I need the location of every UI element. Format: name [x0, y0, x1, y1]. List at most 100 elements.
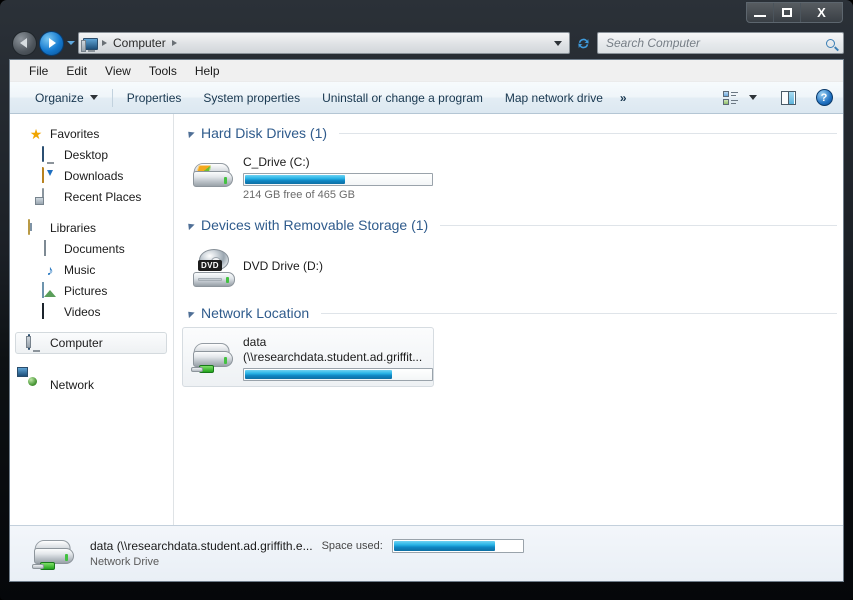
- desktop-icon: [42, 145, 44, 162]
- toolbar: Organize Properties System properties Un…: [10, 82, 843, 114]
- sidebar-label-music: Music: [64, 262, 96, 277]
- group-title: Devices with Removable Storage (1): [201, 217, 429, 233]
- group-rule: [339, 132, 837, 134]
- change-view-button[interactable]: [717, 86, 743, 110]
- group-title: Network Location: [201, 305, 310, 321]
- sidebar-item-recent-places[interactable]: Recent Places: [10, 186, 173, 207]
- sidebar-label-recent-places: Recent Places: [64, 189, 142, 204]
- sidebar-item-favorites[interactable]: ★ Favorites: [10, 123, 173, 144]
- downloads-icon: [42, 166, 44, 183]
- menu-item-edit[interactable]: Edit: [57, 62, 96, 80]
- sidebar-group-favorites: ★ Favorites Desktop Downloads Recent Pla…: [10, 123, 173, 207]
- sidebar-item-documents[interactable]: Documents: [10, 238, 173, 259]
- back-arrow-icon: [20, 38, 27, 48]
- sidebar-label-downloads: Downloads: [64, 168, 124, 183]
- search-box[interactable]: [597, 32, 844, 54]
- space-used-label: Space used:: [321, 540, 383, 552]
- content-pane: Hard Disk Drives (1) C_Drive (C:) 214 GB…: [174, 114, 843, 525]
- system-properties-button[interactable]: System properties: [192, 87, 311, 109]
- collapse-caret-icon[interactable]: [185, 128, 195, 138]
- drive-name: DVD Drive (D:): [243, 259, 323, 273]
- properties-button[interactable]: Properties: [116, 87, 193, 109]
- view-layout-icon: [722, 90, 738, 105]
- status-item-type: Network Drive: [90, 556, 160, 568]
- search-icon: [824, 36, 837, 50]
- organize-button[interactable]: Organize: [24, 87, 109, 109]
- menu-bar: File Edit View Tools Help: [10, 60, 843, 82]
- organize-label: Organize: [35, 90, 84, 105]
- chevron-down-icon: [89, 95, 98, 100]
- window-controls: X: [746, 2, 843, 23]
- videos-icon: [42, 302, 44, 319]
- sidebar-item-desktop[interactable]: Desktop: [10, 144, 173, 165]
- change-view-dropdown-button[interactable]: [745, 86, 761, 110]
- sidebar-item-network[interactable]: Network: [10, 374, 173, 395]
- network-drive-tile-data[interactable]: data (\\researchdata.student.ad.griffit.…: [182, 327, 434, 387]
- computer-icon: [28, 334, 30, 350]
- breadcrumb-computer[interactable]: Computer: [111, 36, 168, 50]
- map-network-drive-button[interactable]: Map network drive: [494, 87, 614, 109]
- sidebar-item-music[interactable]: ♪ Music: [10, 259, 173, 280]
- collapse-caret-icon[interactable]: [185, 308, 195, 318]
- sidebar-label-network: Network: [50, 377, 95, 392]
- sidebar-label-videos: Videos: [64, 304, 101, 319]
- preview-pane-button[interactable]: [775, 86, 801, 110]
- maximize-button[interactable]: [774, 3, 801, 22]
- menu-item-help[interactable]: Help: [186, 62, 229, 80]
- history-dropdown-button[interactable]: [64, 33, 78, 53]
- documents-icon: [44, 239, 46, 256]
- chevron-down-icon: [749, 95, 757, 100]
- minimize-button[interactable]: [747, 3, 774, 22]
- tile-grid-network-location: data (\\researchdata.student.ad.griffit.…: [182, 327, 843, 387]
- help-button[interactable]: ?: [811, 86, 837, 110]
- group-header-network-location[interactable]: Network Location: [184, 303, 837, 323]
- search-input[interactable]: [606, 36, 826, 50]
- menu-item-file[interactable]: File: [20, 62, 57, 80]
- toolbar-separator: [111, 88, 113, 107]
- space-used-bar: [391, 539, 524, 553]
- tile-grid-removable-storage: DVD DVD Drive (D:): [182, 239, 843, 295]
- recent-places-icon: [42, 187, 44, 204]
- close-icon: X: [817, 5, 826, 20]
- close-button[interactable]: X: [801, 3, 842, 22]
- refresh-button[interactable]: [573, 32, 593, 54]
- navigation-bar: Computer: [9, 27, 844, 59]
- capacity-fill: [245, 370, 392, 379]
- sidebar-group-libraries: Libraries Documents ♪ Music Pictures Vid…: [10, 217, 173, 322]
- menu-item-tools[interactable]: Tools: [140, 62, 186, 80]
- group-header-removable-storage[interactable]: Devices with Removable Storage (1): [184, 215, 837, 235]
- chevron-down-icon: [67, 41, 75, 45]
- menu-item-view[interactable]: View: [96, 62, 140, 80]
- capacity-bar: [243, 173, 433, 186]
- address-dropdown-button[interactable]: [549, 40, 567, 46]
- navigation-pane: ★ Favorites Desktop Downloads Recent Pla…: [10, 114, 174, 525]
- maximize-icon: [782, 8, 792, 17]
- toolbar-overflow-button[interactable]: »: [614, 87, 638, 109]
- drive-tile-dvd[interactable]: DVD DVD Drive (D:): [182, 239, 434, 295]
- sidebar-label-pictures: Pictures: [64, 283, 108, 298]
- help-icon: ?: [815, 89, 833, 106]
- breadcrumb-separator-icon: [171, 40, 177, 46]
- drive-tile-c[interactable]: C_Drive (C:) 214 GB free of 465 GB: [182, 147, 434, 207]
- hard-disk-drive-icon: [189, 155, 237, 197]
- forward-button[interactable]: [39, 30, 64, 56]
- capacity-bar: [243, 368, 433, 381]
- pictures-icon: [42, 281, 44, 298]
- back-button[interactable]: [12, 30, 37, 56]
- sidebar-item-computer[interactable]: Computer: [15, 332, 167, 354]
- drive-free-space: 214 GB free of 465 GB: [243, 189, 355, 201]
- sidebar-item-videos[interactable]: Videos: [10, 301, 173, 322]
- address-bar[interactable]: Computer: [78, 32, 570, 54]
- uninstall-or-change-program-button[interactable]: Uninstall or change a program: [311, 87, 494, 109]
- sidebar-label-favorites: Favorites: [50, 126, 100, 141]
- tile-grid-hard-disk-drives: C_Drive (C:) 214 GB free of 465 GB: [182, 147, 843, 207]
- dvd-drive-icon: DVD: [189, 247, 237, 289]
- group-header-hard-disk-drives[interactable]: Hard Disk Drives (1): [184, 123, 837, 143]
- sidebar-item-libraries[interactable]: Libraries: [10, 217, 173, 238]
- sidebar-item-downloads[interactable]: Downloads: [10, 165, 173, 186]
- status-bar: data (\\researchdata.student.ad.griffith…: [10, 525, 843, 581]
- minimize-icon: [754, 14, 766, 17]
- collapse-caret-icon[interactable]: [185, 220, 195, 230]
- refresh-icon: [577, 38, 589, 48]
- sidebar-item-pictures[interactable]: Pictures: [10, 280, 173, 301]
